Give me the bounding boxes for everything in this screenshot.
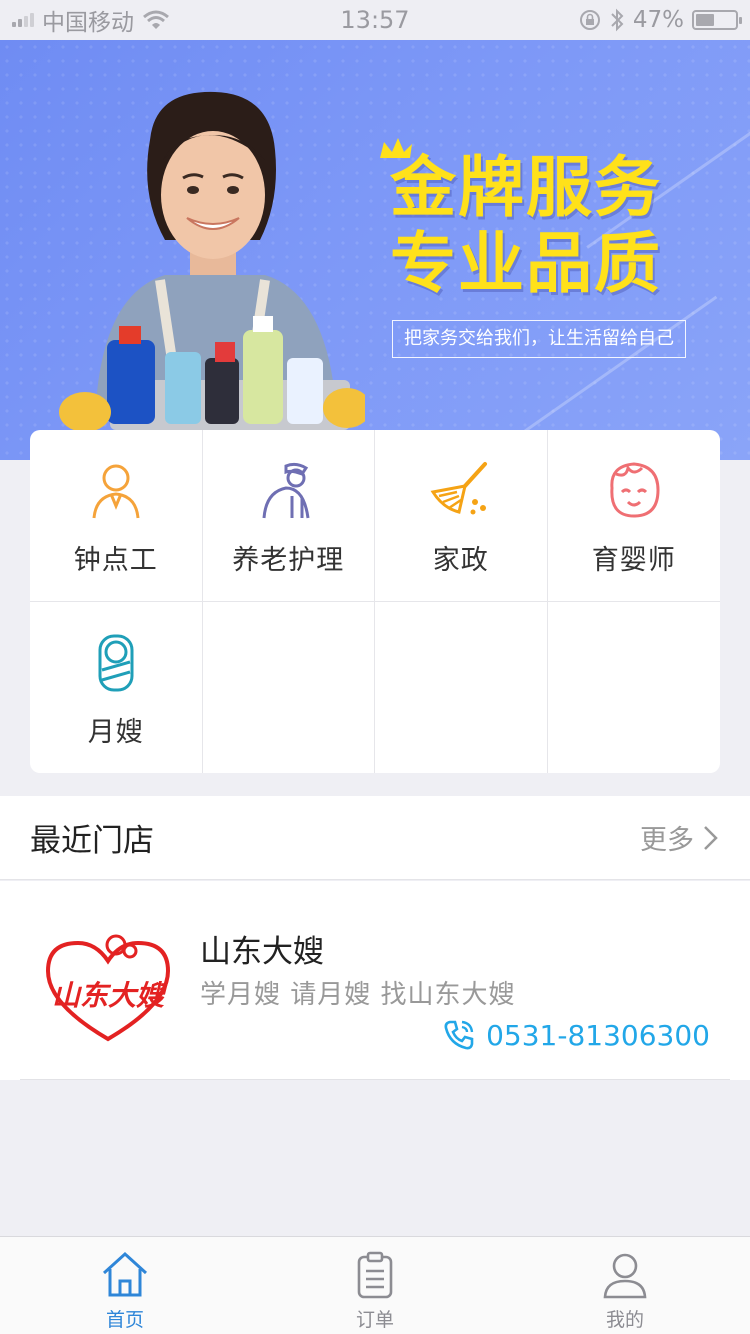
service-hourly-worker[interactable]: 钟点工	[30, 430, 203, 602]
service-empty-cell	[548, 602, 721, 774]
swaddled-baby-icon	[98, 634, 134, 691]
store-card[interactable]: 山东大嫂 山东大嫂 学月嫂 请月嫂 找山东大嫂 0531-81306300	[0, 881, 750, 1080]
status-bar: 中国移动 13:57 47%	[0, 0, 750, 40]
battery-icon	[692, 10, 742, 30]
status-right: 47%	[579, 7, 742, 33]
store-logo-text: 山东大嫂	[52, 979, 168, 1012]
service-empty-cell	[203, 601, 375, 773]
battery-percent: 47%	[632, 7, 684, 33]
user-icon	[603, 1253, 647, 1299]
tab-label: 订单	[355, 1309, 394, 1331]
chevron-right-icon	[704, 825, 718, 850]
promo-banner[interactable]: 金牌服务 专业品质 把家务交给我们，让生活留给自己	[0, 40, 750, 460]
tab-orders[interactable]: 订单	[250, 1237, 500, 1334]
signal-icon	[12, 13, 34, 27]
phone-icon	[444, 1020, 474, 1050]
service-maternity-nurse[interactable]: 月嫂	[30, 601, 203, 773]
more-label: 更多	[640, 825, 694, 856]
store-phone[interactable]: 0531-81306300	[442, 1018, 710, 1052]
worker-icon	[92, 464, 140, 519]
phone-number: 0531-81306300	[486, 1018, 710, 1052]
service-elderly-care[interactable]: 养老护理	[202, 430, 375, 602]
banner-title-line2: 专业品质	[390, 225, 662, 302]
store-name: 山东大嫂	[200, 934, 324, 970]
service-label: 养老护理	[232, 545, 345, 576]
service-label: 家政	[432, 545, 489, 576]
service-housekeeping[interactable]: 家政	[375, 430, 548, 602]
service-label: 月嫂	[87, 716, 144, 748]
bluetooth-icon	[611, 8, 624, 32]
broom-icon	[430, 462, 487, 515]
service-empty-cell	[375, 601, 548, 773]
tab-label: 我的	[605, 1309, 644, 1331]
baby-face-icon	[610, 462, 660, 518]
store-logo: 山东大嫂	[45, 934, 171, 1042]
carrier-label: 中国移动	[42, 10, 134, 36]
tab-home[interactable]: 首页	[0, 1237, 250, 1334]
service-label: 育婴师	[591, 545, 676, 576]
service-nanny[interactable]: 育婴师	[547, 430, 720, 602]
store-divider	[20, 1079, 730, 1080]
more-link[interactable]: 更多	[640, 818, 720, 857]
clipboard-icon	[357, 1251, 393, 1299]
wifi-icon	[143, 10, 169, 29]
status-left: 中国移动	[12, 3, 170, 37]
lock-rotation-icon	[579, 10, 600, 30]
service-grid: 钟点工 养老护理 家政 育婴师 月嫂	[30, 430, 720, 773]
tab-profile[interactable]: 我的	[500, 1237, 750, 1334]
section-title: 最近门店	[30, 823, 154, 859]
housekeeper-illustration	[59, 91, 365, 430]
banner-title-line1: 金牌服务	[390, 149, 662, 226]
nearby-stores-header: 最近门店 更多	[0, 796, 750, 880]
home-icon	[102, 1251, 148, 1297]
service-label: 钟点工	[73, 545, 158, 576]
banner-slogan: 把家务交给我们，让生活留给自己	[392, 320, 686, 358]
tab-label: 首页	[105, 1309, 144, 1331]
elderly-care-icon	[262, 462, 310, 519]
tab-bar: 首页 订单 我的	[0, 1236, 750, 1334]
banner-title: 金牌服务 专业品质	[390, 150, 710, 302]
store-description: 学月嫂 请月嫂 找山东大嫂	[200, 980, 516, 1010]
